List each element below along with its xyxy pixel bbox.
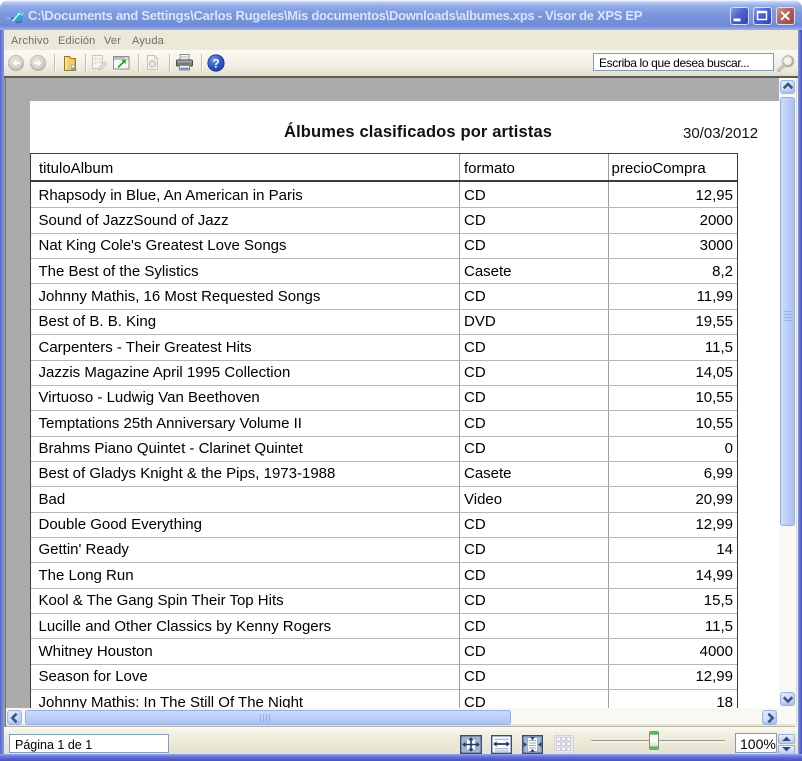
svg-text:?: ? bbox=[212, 56, 219, 70]
